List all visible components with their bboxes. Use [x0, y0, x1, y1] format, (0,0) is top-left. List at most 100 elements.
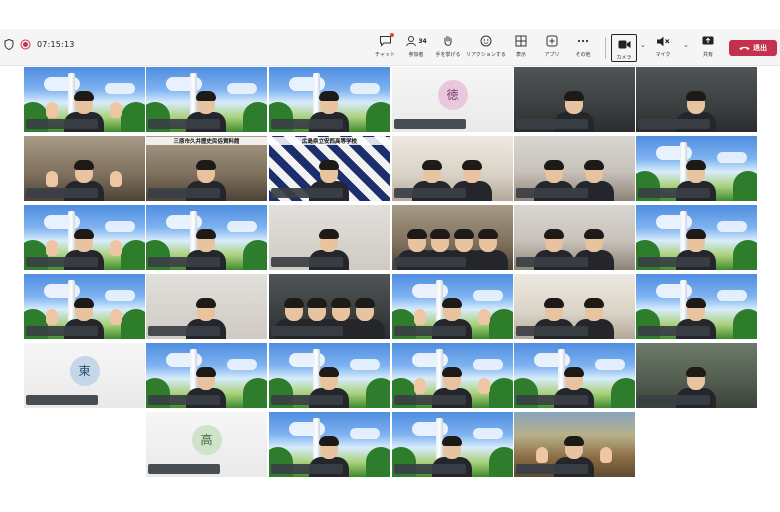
participant-name-bar [148, 188, 220, 198]
participant-tile[interactable] [269, 274, 390, 339]
participant-name-bar [516, 188, 588, 198]
meeting-status: 07:15:13 [4, 39, 75, 50]
participant-tile[interactable] [24, 274, 145, 339]
participant-tile[interactable] [514, 274, 635, 339]
participant-name-bar [394, 464, 466, 474]
participant-figure [345, 287, 385, 339]
participant-tile[interactable]: 東 [24, 343, 145, 408]
view-icon [515, 35, 527, 47]
participant-avatar: 高 [191, 424, 222, 455]
waving-hand [46, 171, 58, 187]
reaction-button[interactable]: リアクションする [466, 34, 506, 64]
participant-name-bar [26, 188, 98, 198]
reaction-icon [480, 35, 492, 47]
participant-tile[interactable] [392, 274, 513, 339]
waving-hand [600, 447, 612, 463]
view-button[interactable]: 表示 [504, 34, 538, 64]
participant-tile[interactable] [514, 343, 635, 408]
participant-tile[interactable]: 広島県立安西高等学校 [269, 136, 390, 201]
participant-tile[interactable] [269, 205, 390, 270]
participant-tile[interactable] [514, 136, 635, 201]
share-label: 共有 [702, 52, 713, 58]
apps-icon [546, 35, 558, 47]
waving-hand [110, 309, 122, 325]
participant-tile[interactable]: 高 [146, 412, 267, 477]
mic-off-icon [657, 36, 670, 46]
background-caption: 広島県立安西高等学校 [269, 137, 390, 145]
leave-button[interactable]: 退出 [729, 40, 777, 56]
participant-name-bar [271, 119, 343, 129]
chat-button[interactable]: チャット [368, 33, 402, 64]
participant-tile[interactable]: 徳 [392, 67, 513, 132]
apps-button[interactable]: アプリ [535, 34, 569, 64]
waving-hand [478, 309, 490, 325]
shield-icon [4, 39, 14, 50]
meeting-timer: 07:15:13 [37, 40, 75, 49]
camera-icon [618, 40, 630, 48]
participant-tile[interactable] [24, 67, 145, 132]
participant-tile[interactable] [269, 343, 390, 408]
mic-label: マイク [655, 52, 671, 58]
participants-button[interactable]: 34 参加者 [399, 34, 433, 64]
participant-tile[interactable] [636, 205, 757, 270]
raise-hand-button[interactable]: 手を挙げる [431, 34, 465, 64]
participant-tile[interactable]: 三原市久井歴史民俗資料館 [146, 136, 267, 201]
participant-tile[interactable] [514, 412, 635, 477]
participant-name-bar [271, 395, 343, 405]
participant-tile[interactable] [146, 67, 267, 132]
waving-hand [46, 309, 58, 325]
waving-hand [536, 447, 548, 463]
participant-tile[interactable] [636, 343, 757, 408]
participant-tile[interactable] [146, 343, 267, 408]
participant-name-bar [394, 395, 466, 405]
participant-name-bar [394, 326, 466, 336]
more-label: その他 [575, 52, 591, 58]
participant-name-bar [271, 257, 343, 267]
raise-hand-icon [444, 35, 452, 46]
video-grid: 徳三原市久井歴史民俗資料館 広島県立安西高等学校東高 [24, 67, 759, 477]
waving-hand [46, 240, 58, 256]
chat-icon [379, 36, 391, 47]
participant-tile[interactable] [392, 343, 513, 408]
participant-tile[interactable] [636, 136, 757, 201]
toolbar-divider [605, 37, 606, 59]
participant-tile[interactable] [269, 67, 390, 132]
waving-hand [478, 378, 490, 394]
chat-label: チャット [375, 52, 395, 58]
recording-icon [20, 39, 31, 50]
participant-name-bar [638, 326, 710, 336]
participant-tile[interactable] [514, 205, 635, 270]
camera-button[interactable]: カメラ [611, 34, 637, 62]
participant-tile[interactable] [636, 274, 757, 339]
view-label: 表示 [515, 52, 526, 58]
participant-tile[interactable] [146, 274, 267, 339]
unread-dot [390, 33, 394, 37]
waving-hand [110, 102, 122, 118]
share-icon [702, 36, 714, 44]
participant-name-bar [271, 464, 343, 474]
participant-tile[interactable] [392, 412, 513, 477]
camera-options-chevron-icon[interactable]: ⌄ [640, 41, 646, 49]
participant-tile[interactable] [392, 136, 513, 201]
participant-name-bar [394, 257, 466, 267]
participant-avatar: 徳 [437, 79, 468, 110]
waving-hand [46, 102, 58, 118]
participant-tile[interactable] [392, 205, 513, 270]
participant-avatar: 東 [69, 355, 100, 386]
participant-name-bar [26, 119, 98, 129]
participant-tile[interactable] [146, 205, 267, 270]
waving-hand [110, 171, 122, 187]
participant-tile[interactable] [24, 205, 145, 270]
participant-tile[interactable] [636, 67, 757, 132]
share-button[interactable]: 共有 [693, 34, 723, 64]
participant-tile[interactable] [514, 67, 635, 132]
apps-label: アプリ [544, 52, 560, 58]
participant-tile[interactable] [269, 412, 390, 477]
more-button[interactable]: その他 [566, 34, 600, 64]
participant-name-bar [26, 395, 98, 405]
waving-hand [414, 378, 426, 394]
mic-button[interactable]: マイク [650, 34, 676, 64]
participant-count: 34 [418, 37, 427, 45]
mic-options-chevron-icon[interactable]: ⌄ [683, 41, 689, 49]
participant-tile[interactable] [24, 136, 145, 201]
